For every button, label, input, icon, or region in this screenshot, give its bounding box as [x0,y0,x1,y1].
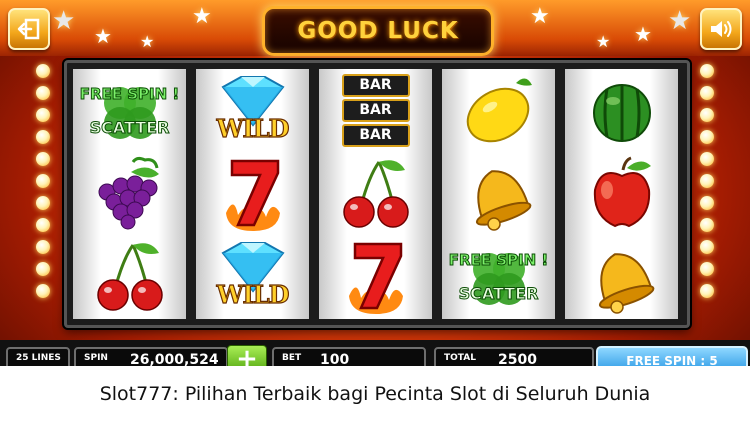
bet-label: BET [282,353,302,363]
free-spin-label-group: FREE SPIN ! SCATTER [79,84,180,137]
lemon-symbol [442,69,555,152]
marquee-bulb [700,284,714,298]
marquee-bulb [36,240,50,254]
seven-icon [348,242,403,314]
marquee-bulb [36,174,50,188]
marquee-bulb [700,262,714,276]
scatter-label: SCATTER [89,117,170,137]
bar-label: BAR [341,74,410,97]
watermelon-icon [592,83,651,142]
bar-label: BAR [341,99,410,122]
free-spin-label-group: FREE SPIN ! SCATTER [448,250,549,303]
reel-3: BAR BAR BAR [319,69,432,319]
diamond-wild-symbol: WILD [196,235,309,318]
speaker-icon [711,21,732,37]
marquee-bulb [700,108,714,122]
slot-machine-screen: ★ ★ ★ ★ ★ ★ ★ ★ GOOD LUCK FREE SPIN ! SC… [0,0,750,422]
reel-window: FREE SPIN ! SCATTER WILD WILD BAR BAR BA… [64,60,690,328]
cherries-icon [96,242,163,311]
marquee-bulb [36,218,50,232]
exit-icon [17,18,40,40]
marquee-bulb [36,284,50,298]
bell-icon [598,252,654,314]
marquee-bulb [700,130,714,144]
star-icon: ★ [94,24,112,48]
spin-label: SPIN [84,353,108,363]
seven-icon [225,159,280,231]
bell-symbol [442,152,555,235]
diamond-wild-symbol: WILD [196,69,309,152]
cherries-icon [342,159,409,228]
sound-button[interactable] [700,8,742,50]
marquee-bulb [36,152,50,166]
lemon-icon [466,77,532,142]
star-icon: ★ [596,32,611,51]
apple-icon [593,156,651,227]
marquee-bulb [36,196,50,210]
grapes-symbol [73,152,186,235]
marquee-bulb [700,174,714,188]
scatter-label: SCATTER [458,283,539,303]
free-spin-label: FREE SPIN ! [448,250,549,269]
wild-label: WILD [216,113,290,143]
cherries-symbol [319,152,432,235]
total-label: TOTAL [444,353,476,363]
top-bar: ★ ★ ★ ★ ★ ★ ★ ★ GOOD LUCK [0,0,750,56]
marquee-bulb [36,130,50,144]
marquee-bulb [700,218,714,232]
cherries-symbol [73,235,186,318]
marquee-bulb [36,262,50,276]
free-spin-scatter-symbol: FREE SPIN ! SCATTER [442,235,555,318]
star-icon: ★ [52,6,76,36]
seven-symbol [196,152,309,235]
caption-band: Slot777: Pilihan Terbaik bagi Pecinta Sl… [0,366,750,422]
reel-4: FREE SPIN ! SCATTER [442,69,555,319]
free-spin-label: FREE SPIN ! [79,84,180,103]
marquee-bulb [36,64,50,78]
star-icon: ★ [140,32,155,51]
marquee-bulb [36,86,50,100]
star-icon: ★ [192,4,212,29]
reel-1: FREE SPIN ! SCATTER [73,69,186,319]
reel-2: WILD WILD [196,69,309,319]
banner-title: GOOD LUCK [297,18,459,44]
bar-label: BAR [341,124,410,147]
apple-symbol [565,152,678,235]
grapes-icon [98,156,159,229]
marquee-bulb [700,86,714,100]
star-icon: ★ [668,6,692,36]
exit-button[interactable] [8,8,50,50]
marquee-bulb [700,64,714,78]
marquee-bulb [700,240,714,254]
star-icon: ★ [530,4,550,29]
bell-icon [475,169,531,231]
caption-text: Slot777: Pilihan Terbaik bagi Pecinta Sl… [99,383,651,405]
bar-bar-bar-symbol: BAR BAR BAR [319,69,432,152]
watermelon-symbol [565,69,678,152]
bell-symbol [565,235,678,318]
marquee-bulb [700,196,714,210]
star-icon: ★ [634,22,652,46]
lines-label: 25 LINES [16,353,61,363]
marquee-bulb [36,108,50,122]
free-spin-scatter-symbol: FREE SPIN ! SCATTER [73,69,186,152]
seven-symbol [319,235,432,318]
wild-label: WILD [216,279,290,309]
marquee-bulb [700,152,714,166]
reel-5 [565,69,678,319]
good-luck-banner: GOOD LUCK [262,6,494,56]
